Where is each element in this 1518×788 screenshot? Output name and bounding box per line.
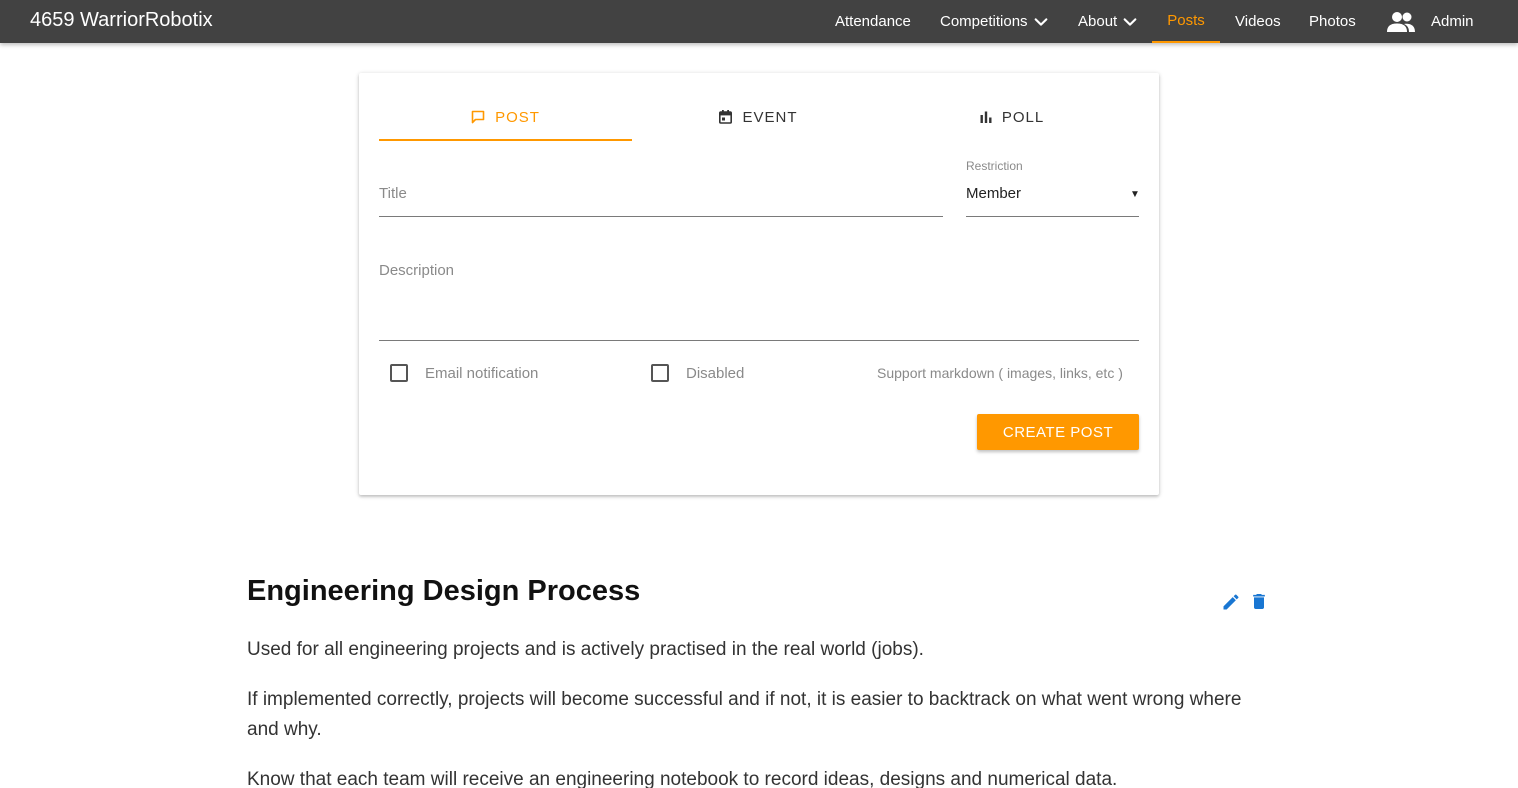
nav-admin-label: Admin [1431,12,1474,30]
create-post-card: POST EVENT POLL Title Restriction Member… [359,73,1159,495]
brand-title[interactable]: 4659 WarriorRobotix [30,9,213,32]
post-paragraph: Used for all engineering projects and is… [247,639,924,660]
restriction-underline [966,216,1139,217]
email-notification-label: Email notification [425,365,539,382]
edit-pencil-icon[interactable] [1221,592,1241,612]
chevron-down-icon [1123,17,1137,26]
description-field[interactable]: Description [379,251,1139,341]
restriction-label: Restriction [966,159,1023,173]
tab-event-label: EVENT [742,108,798,126]
tab-post[interactable]: POST [379,93,632,141]
nav-videos[interactable]: Videos [1235,0,1281,43]
tab-active-indicator [379,139,632,141]
nav-photos-label: Photos [1309,12,1356,30]
tab-event[interactable]: EVENT [632,93,885,141]
post-paragraph: Know that each team will receive an engi… [247,769,1118,788]
nav-about[interactable]: About [1078,0,1138,43]
nav-competitions[interactable]: Competitions [940,0,1049,43]
create-post-button[interactable]: CREATE POST [977,414,1139,450]
markdown-hint: Support markdown ( images, links, etc ) [877,365,1123,381]
restriction-value: Member [966,185,1022,202]
nav-posts-label: Posts [1167,11,1205,29]
tab-post-label: POST [495,108,540,126]
restriction-select[interactable]: Restriction Member ▼ [966,157,1140,217]
calendar-icon [719,110,733,124]
disabled-checkbox[interactable] [651,364,669,382]
title-field[interactable]: Title [379,173,943,217]
tab-poll[interactable]: POLL [885,93,1139,141]
title-placeholder: Title [379,185,407,202]
description-underline [379,340,1139,341]
nav-attendance-label: Attendance [835,12,911,30]
disabled-label: Disabled [686,365,745,382]
nav-posts[interactable]: Posts [1152,0,1220,43]
dropdown-arrow-icon: ▼ [1130,189,1140,200]
nav-videos-label: Videos [1235,12,1281,30]
title-underline [379,216,943,217]
nav-about-label: About [1078,12,1118,30]
top-navbar: 4659 WarriorRobotix Attendance Competiti… [0,0,1518,43]
nav-competitions-label: Competitions [940,12,1028,30]
delete-trash-icon[interactable] [1249,591,1269,612]
chat-bubble-icon [471,110,485,124]
nav-admin[interactable]: Admin [1386,0,1474,43]
description-placeholder: Description [379,262,455,279]
post-paragraph: If implemented correctly, projects will … [247,689,1242,740]
bar-chart-icon [980,111,992,123]
chevron-down-icon [1034,17,1047,26]
nav-photos[interactable]: Photos [1309,0,1356,43]
tab-poll-label: POLL [1001,108,1045,126]
post-title: Engineering Design Process [247,575,641,607]
people-icon [1387,11,1415,32]
email-notification-checkbox[interactable] [390,364,408,382]
nav-attendance[interactable]: Attendance [835,0,911,43]
